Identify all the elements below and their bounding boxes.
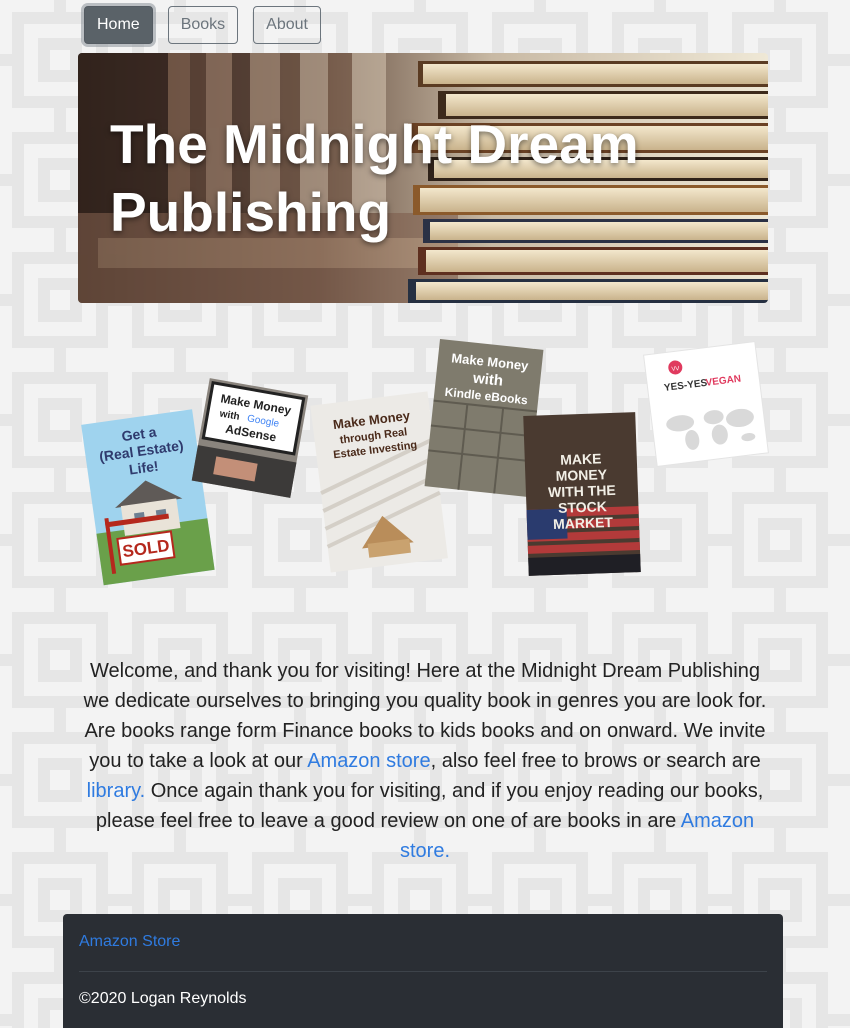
kindle-title-l2: with [471,370,504,390]
stock-title-l2: MONEY [555,466,608,484]
book-cover-adsense[interactable]: Make Money with Google AdSense [190,376,310,501]
welcome-text-2: , also feel free to brows or search are [430,750,761,772]
footer-amazon-store-link[interactable]: Amazon Store [79,933,180,951]
nav-home-button[interactable]: Home [84,6,153,44]
hero-title: The Midnight Dream Publishing [110,110,750,246]
footer-copyright: ©2020 Logan Reynolds [79,990,247,1007]
library-link[interactable]: library. [87,780,146,802]
book-cover-vegan[interactable]: VV YES-YES VEGAN [640,338,772,470]
footer: Amazon Store ©2020 Logan Reynolds [63,914,783,1028]
hero-title-line2: Publishing [110,181,392,243]
hero-banner: The Midnight Dream Publishing [78,53,768,303]
nav-about-button[interactable]: About [253,6,321,44]
footer-divider [79,971,767,972]
hero-title-line1: The Midnight Dream [110,113,639,175]
stock-title-l4: STOCK [558,498,607,516]
amazon-store-link[interactable]: Amazon store [307,750,430,772]
nav-books-button[interactable]: Books [167,6,239,44]
vegan-badge: VV [671,366,680,373]
stock-title-l1: MAKE [560,450,602,467]
top-nav: Home Books About [84,6,321,44]
welcome-paragraph: Welcome, and thank you for visiting! Her… [80,656,770,866]
book-cover-stock-market[interactable]: MAKE MONEY WITH THE STOCK MARKET [518,408,646,580]
welcome-text-3: Once again thank you for visiting, and i… [95,780,764,832]
stock-title-l5: MARKET [553,514,614,532]
